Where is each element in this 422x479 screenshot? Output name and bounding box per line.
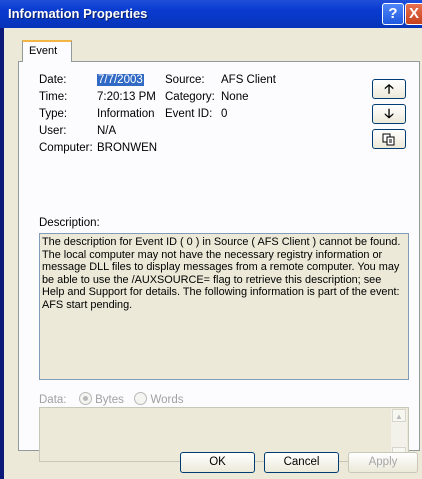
tab-event[interactable]: Event [22, 40, 72, 62]
words-radio[interactable] [134, 392, 148, 405]
data-label: Data: [39, 394, 67, 406]
date-label: Date: [39, 74, 67, 86]
dialog-client-area: Event Date: 7/7/2003 Time: 7:20:13 PM Ty… [4, 28, 422, 479]
description-line: message DLL files to display messages fr… [42, 261, 400, 274]
computer-value: BRONWEN [97, 142, 158, 154]
description-line: Help and Support for details. The follow… [42, 286, 400, 299]
copy-icon [382, 133, 395, 146]
copy-button[interactable] [372, 129, 406, 149]
properties-window: Information Properties ? X Event Date: 7… [0, 0, 422, 479]
type-label: Type: [39, 108, 68, 120]
event-panel: Date: 7/7/2003 Time: 7:20:13 PM Type: In… [18, 61, 420, 462]
scroll-up-icon[interactable]: ▲ [392, 409, 406, 422]
user-value: N/A [97, 125, 117, 137]
down-arrow-icon: 🡣 [384, 106, 394, 121]
next-event-button[interactable]: 🡣 [372, 104, 406, 124]
eventid-label: Event ID: [165, 108, 213, 120]
source-label: Source: [165, 74, 205, 86]
close-icon[interactable]: X [405, 3, 422, 25]
up-arrow-icon: 🡡 [384, 81, 394, 96]
computer-label: Computer: [39, 142, 93, 154]
eventid-value: 0 [221, 108, 228, 120]
apply-button[interactable]: Apply [348, 452, 418, 473]
description-line: The local computer may not have the nece… [42, 248, 383, 261]
data-format-row: Data: Bytes Words [39, 392, 184, 406]
previous-event-button[interactable]: 🡡 [372, 79, 406, 99]
ok-button[interactable]: OK [180, 452, 255, 473]
description-line: AFS start pending. [42, 298, 133, 311]
description-label: Description: [39, 217, 100, 229]
date-value[interactable]: 7/7/2003 [97, 74, 144, 86]
category-value: None [221, 91, 249, 103]
description-line: The description for Event ID ( 0 ) in So… [42, 236, 401, 248]
source-value: AFS Client [221, 74, 276, 86]
time-label: Time: [39, 91, 68, 103]
description-text: The description for Event ID ( 0 ) in So… [42, 236, 408, 312]
title-bar[interactable]: Information Properties ? X [0, 0, 422, 28]
bytes-radio[interactable] [78, 392, 92, 405]
words-label[interactable]: Words [150, 394, 183, 406]
cancel-button[interactable]: Cancel [264, 452, 339, 473]
help-icon[interactable]: ? [382, 3, 404, 25]
bytes-label[interactable]: Bytes [95, 394, 124, 406]
type-value: Information [97, 108, 155, 120]
category-label: Category: [165, 91, 215, 103]
user-label: User: [39, 125, 67, 137]
time-value: 7:20:13 PM [97, 91, 156, 103]
window-title: Information Properties [8, 6, 148, 21]
description-textbox[interactable]: The description for Event ID ( 0 ) in So… [39, 233, 409, 380]
description-line: be able to use the /AUXSOURCE= flag to r… [42, 273, 382, 286]
